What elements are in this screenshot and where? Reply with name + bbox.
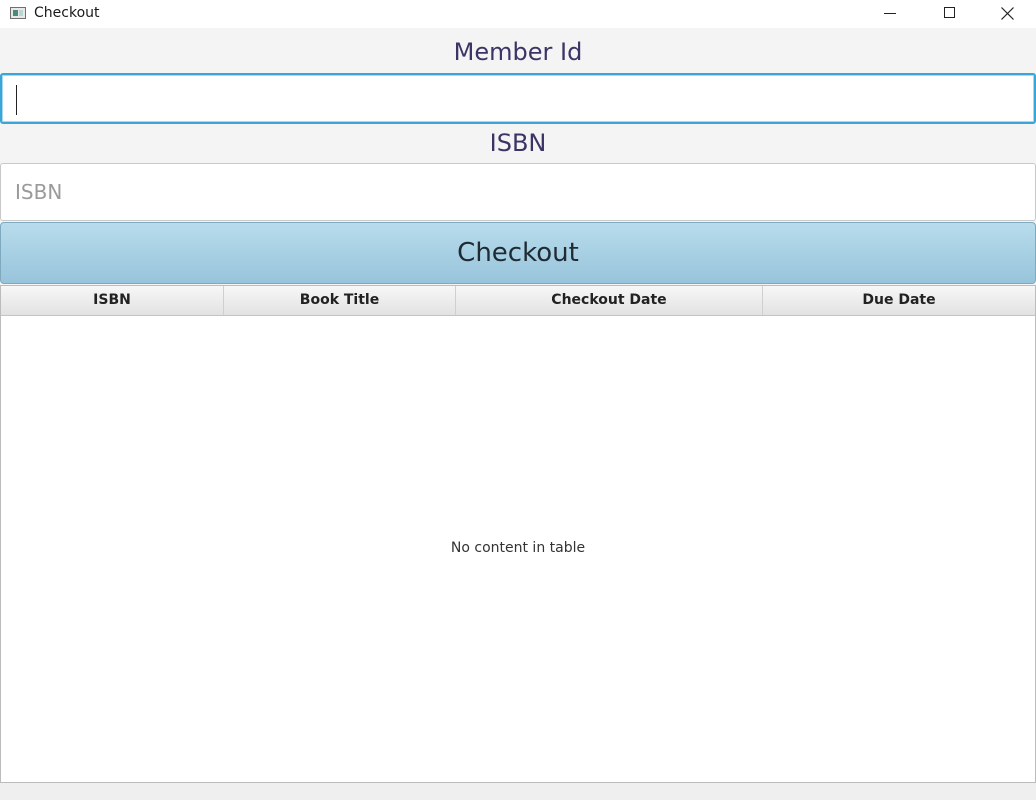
column-header-due-date[interactable]: Due Date bbox=[763, 286, 1035, 315]
column-header-book-title[interactable]: Book Title bbox=[224, 286, 456, 315]
checkout-button[interactable]: Checkout bbox=[0, 222, 1036, 284]
column-header-checkout-date[interactable]: Checkout Date bbox=[456, 286, 763, 315]
title-bar: Checkout bbox=[0, 0, 1036, 28]
app-icon bbox=[10, 7, 26, 19]
close-button[interactable] bbox=[978, 0, 1036, 28]
isbn-input[interactable]: ISBN bbox=[0, 163, 1036, 221]
minimize-button[interactable] bbox=[862, 0, 920, 28]
maximize-button[interactable] bbox=[920, 0, 978, 28]
empty-table-message: No content in table bbox=[450, 540, 586, 556]
close-icon bbox=[1001, 7, 1014, 20]
checkout-table[interactable]: ISBN Book Title Checkout Date Due Date N… bbox=[0, 285, 1036, 783]
text-caret bbox=[16, 85, 17, 115]
isbn-label: ISBN bbox=[489, 129, 547, 157]
window-title: Checkout bbox=[34, 5, 100, 21]
member-id-label: Member Id bbox=[453, 38, 583, 66]
table-header: ISBN Book Title Checkout Date Due Date bbox=[1, 286, 1035, 316]
status-strip bbox=[0, 783, 1036, 800]
isbn-placeholder: ISBN bbox=[15, 180, 63, 204]
column-header-isbn[interactable]: ISBN bbox=[1, 286, 224, 315]
member-id-input[interactable] bbox=[0, 73, 1036, 124]
